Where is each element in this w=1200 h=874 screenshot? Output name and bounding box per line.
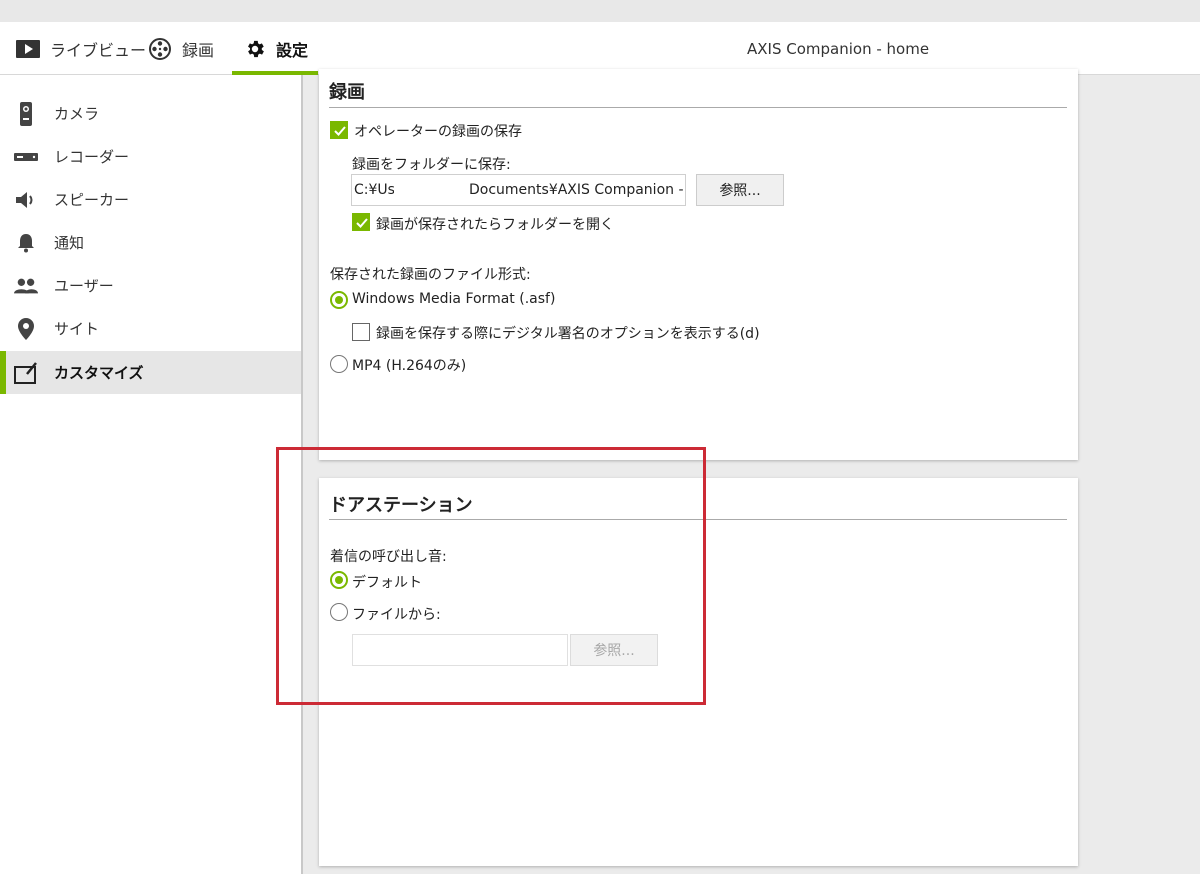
recorder-icon — [14, 145, 38, 169]
play-icon — [16, 39, 40, 58]
format-mp4-radio[interactable] — [330, 355, 348, 373]
sidebar-item-label: カメラ — [54, 105, 100, 123]
ringtone-file-path-input[interactable] — [352, 634, 568, 666]
save-folder-path-value: C:¥Us — [354, 182, 395, 198]
open-folder-after-save-label: 録画が保存されたらフォルダーを開く — [376, 217, 614, 233]
recording-panel: 録画 オペレーターの録画の保存 録画をフォルダーに保存: C:¥Us Docum… — [319, 69, 1078, 460]
save-operator-recordings-checkbox[interactable] — [330, 121, 348, 139]
ringtone-default-label: デフォルト — [352, 575, 422, 591]
section-divider — [329, 519, 1067, 520]
ringtone-default-radio[interactable] — [330, 571, 348, 589]
save-operator-recordings-label: オペレーターの録画の保存 — [354, 124, 522, 140]
sidebar-item-site[interactable]: サイト — [0, 307, 301, 350]
customize-icon — [14, 361, 38, 385]
sidebar-item-users[interactable]: ユーザー — [0, 264, 301, 307]
sidebar-item-label: 通知 — [54, 234, 85, 252]
redacted-path-segment — [394, 176, 468, 204]
save-folder-label: 録画をフォルダーに保存: — [352, 157, 511, 173]
recording-section-title: 録画 — [329, 82, 365, 103]
tab-recordings[interactable]: 録画 — [148, 22, 214, 75]
camera-icon — [14, 101, 38, 126]
film-reel-icon — [148, 37, 172, 61]
file-format-label: 保存された録画のファイル形式: — [330, 267, 531, 283]
door-station-section-title: ドアステーション — [329, 495, 473, 516]
section-divider — [329, 107, 1067, 108]
gear-icon — [244, 38, 266, 60]
save-folder-path-tail: Documents¥AXIS Companion - — [469, 182, 684, 198]
sidebar-item-label: スピーカー — [54, 191, 130, 209]
open-folder-after-save-checkbox[interactable] — [352, 213, 370, 231]
tab-live-view-label: ライブビュー — [50, 40, 147, 60]
app-title: AXIS Companion - home — [747, 40, 930, 58]
tab-settings[interactable]: 設定 — [231, 22, 319, 75]
sidebar-item-label: カスタマイズ — [54, 364, 144, 382]
door-station-panel: ドアステーション 着信の呼び出し音: デフォルト ファイルから: 参照... — [319, 478, 1078, 866]
sidebar-item-speaker[interactable]: スピーカー — [0, 178, 301, 221]
sidebar-item-label: ユーザー — [54, 277, 114, 295]
ringtone-browse-button[interactable]: 参照... — [570, 634, 658, 666]
settings-content: 録画 オペレーターの録画の保存 録画をフォルダーに保存: C:¥Us Docum… — [305, 69, 1200, 874]
settings-sidebar: カメラ レコーダー スピーカー 通知 ユーザー サイト カスタマイズ — [0, 75, 303, 874]
format-wmf-radio[interactable] — [330, 291, 348, 309]
users-icon — [14, 274, 38, 298]
speaker-icon — [14, 188, 38, 212]
sidebar-item-notifications[interactable]: 通知 — [0, 221, 301, 264]
browse-folder-button[interactable]: 参照... — [696, 174, 784, 206]
sidebar-item-recorder[interactable]: レコーダー — [0, 135, 301, 178]
location-pin-icon — [14, 317, 38, 341]
bell-icon — [14, 231, 38, 255]
digital-signature-label: 録画を保存する際にデジタル署名のオプションを表示する(d) — [376, 326, 760, 342]
ringtone-from-file-label: ファイルから: — [352, 607, 441, 623]
ringtone-label: 着信の呼び出し音: — [330, 549, 447, 565]
tab-recordings-label: 録画 — [182, 40, 215, 60]
format-mp4-label: MP4 (H.264のみ) — [352, 358, 467, 374]
sidebar-item-label: サイト — [54, 320, 100, 338]
digital-signature-checkbox[interactable] — [352, 323, 370, 341]
ringtone-from-file-radio[interactable] — [330, 603, 348, 621]
sidebar-item-label: レコーダー — [54, 148, 130, 166]
sidebar-item-camera[interactable]: カメラ — [0, 92, 301, 135]
tab-settings-label: 設定 — [276, 40, 309, 60]
sidebar-item-customize[interactable]: カスタマイズ — [0, 351, 301, 394]
tab-live-view[interactable]: ライブビュー — [16, 22, 146, 75]
top-navigation-bar: ライブビュー 録画 設定 AXIS Companion - home — [0, 22, 1200, 75]
window-top-strip — [0, 0, 1200, 22]
format-wmf-label: Windows Media Format (.asf) — [352, 291, 556, 307]
